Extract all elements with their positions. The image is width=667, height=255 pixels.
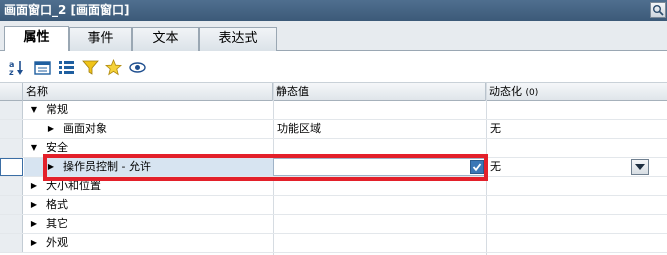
collapsed-arrow-icon[interactable]: ▶ <box>46 120 56 138</box>
dynamization-dropdown-button[interactable] <box>631 159 649 175</box>
grid-header: 名称 静态值 动态化 (0) <box>0 83 667 101</box>
collapsed-arrow-icon[interactable]: ▶ <box>29 177 39 195</box>
row-name: 画面对象 <box>63 122 107 135</box>
row-name: 安全 <box>46 141 68 154</box>
tab-texts[interactable]: 文本 <box>132 27 199 51</box>
group-row-appearance[interactable]: ▶ 外观 <box>0 234 667 253</box>
window-title-bar: 画面窗口_2 [画面窗口] <box>0 0 667 21</box>
window-title: 画面窗口_2 [画面窗口] <box>4 3 130 17</box>
group-row-general[interactable]: ▼ 常规 <box>0 101 667 120</box>
tab-bar: 属性 事件 文本 表达式 <box>0 21 667 51</box>
row-name: 外观 <box>46 236 68 249</box>
filter-icon[interactable] <box>82 59 99 76</box>
static-value[interactable]: 功能区域 <box>277 120 321 138</box>
property-row-screen-object[interactable]: ▶ 画面对象 功能区域 无 <box>0 120 667 139</box>
group-row-misc[interactable]: ▶ 其它 <box>0 215 667 234</box>
header-name[interactable]: 名称 <box>23 83 273 101</box>
row-selector[interactable] <box>0 120 23 138</box>
expanded-arrow-icon[interactable]: ▼ <box>29 101 39 119</box>
view-eye-icon[interactable] <box>129 59 146 76</box>
operator-control-checkbox[interactable] <box>470 160 484 174</box>
collapsed-arrow-icon[interactable]: ▶ <box>29 215 39 233</box>
toolbar: az <box>0 51 667 83</box>
header-dynamization[interactable]: 动态化 (0) <box>486 83 667 101</box>
sort-az-icon[interactable]: az <box>9 59 26 77</box>
list-icon[interactable] <box>58 59 75 76</box>
row-name: 大小和位置 <box>46 179 101 192</box>
property-row-operator-control[interactable]: ▶ 操作员控制 - 允许 无 <box>0 158 667 177</box>
row-selector[interactable] <box>0 234 23 252</box>
header-static-value[interactable]: 静态值 <box>273 83 486 101</box>
group-row-security[interactable]: ▼ 安全 <box>0 139 667 158</box>
row-name: 其它 <box>46 217 68 230</box>
tab-properties[interactable]: 属性 <box>4 26 69 51</box>
favorite-star-icon[interactable] <box>104 58 123 76</box>
row-name: 格式 <box>46 198 68 211</box>
property-grid: 名称 静态值 动态化 (0) ▼ 常规 ▶ 画面对象 功能区域 无 ▼ 安全 ▶… <box>0 83 667 255</box>
row-name: 操作员控制 - 允许 <box>63 160 151 173</box>
row-selector[interactable] <box>0 177 23 195</box>
row-selector[interactable] <box>0 196 23 214</box>
row-selector[interactable] <box>0 139 23 157</box>
dynamic-value[interactable]: 无 <box>490 158 501 176</box>
group-row-size-position[interactable]: ▶ 大小和位置 <box>0 177 667 196</box>
collapsed-arrow-icon[interactable]: ▶ <box>29 234 39 252</box>
collapsed-arrow-icon[interactable]: ▶ <box>46 158 56 176</box>
row-selector[interactable] <box>0 158 23 176</box>
zoom-icon[interactable] <box>650 2 666 18</box>
tab-expressions[interactable]: 表达式 <box>199 27 277 51</box>
row-name: 常规 <box>46 103 68 116</box>
tab-events[interactable]: 事件 <box>69 27 132 51</box>
svg-text:z: z <box>9 68 14 76</box>
group-row-format[interactable]: ▶ 格式 <box>0 196 667 215</box>
header-row-selector <box>0 83 23 101</box>
dynamic-value[interactable]: 无 <box>490 120 501 138</box>
row-selector[interactable] <box>0 101 23 119</box>
group-icon[interactable] <box>34 59 51 76</box>
expanded-arrow-icon[interactable]: ▼ <box>29 139 39 157</box>
collapsed-arrow-icon[interactable]: ▶ <box>29 196 39 214</box>
row-selector[interactable] <box>0 215 23 233</box>
